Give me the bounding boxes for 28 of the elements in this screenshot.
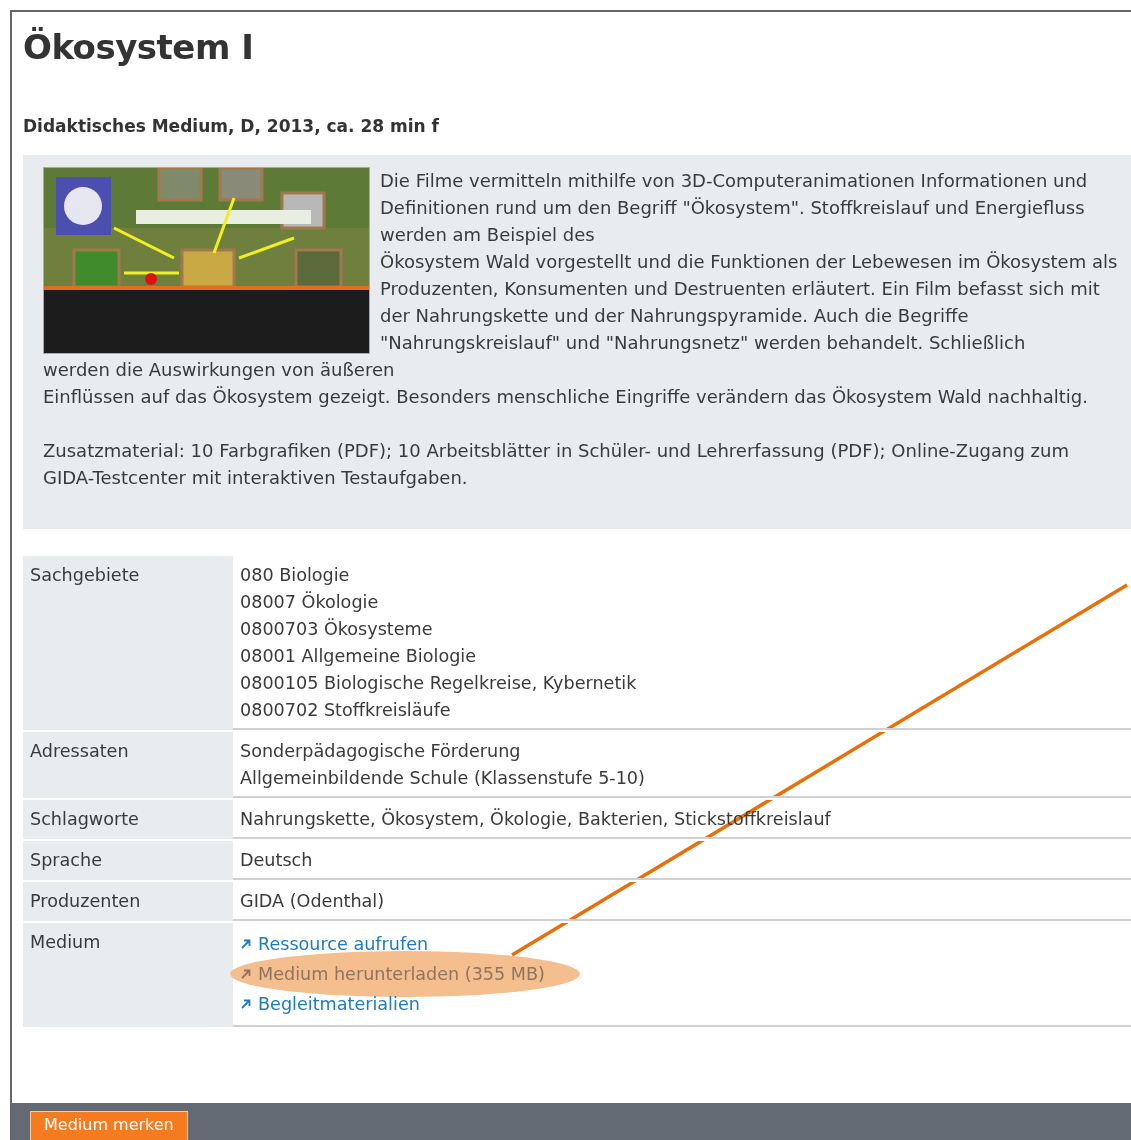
- detail-label: Produzenten: [23, 882, 233, 921]
- detail-label: Sprache: [23, 841, 233, 880]
- description-text: Die Filme vermitteln mithilfe von 3D-Computeranimationen Informationen und Definitionen rund um den Begriff "Ökosystem". Stoffkreislauf und Energiefluss werden am Beispiel des Ökosystem Wald vorgestellt und die Funktionen der Lebewesen im Ökosystem als Produzenten, Konsumenten und Destruenten erläutert. Ein Film befasst sich mit der Nahrungskette und der Nahrungspyramide. Auch die Begriffe "Nahrungskreislauf" und "Nahrungsnetz" werden behandelt. Schließlich: [380, 169, 1119, 355]
- detail-value: GIDA (Odenthal): [240, 890, 386, 913]
- detail-value: 08007 Ökologie: [240, 590, 380, 614]
- detail-label: Sachgebiete: [23, 556, 233, 730]
- link[interactable]: Begleitmaterialien: [240, 989, 420, 1019]
- detail-value: Allgemeinbildende Schule (Klassenstufe 5-10): [240, 767, 646, 790]
- detail-value: 08001 Allgemeine Biologie: [240, 645, 478, 668]
- detail-value: 0800703 Ökosysteme: [240, 617, 434, 641]
- detail-value: 080 Biologie: [240, 564, 351, 587]
- link[interactable]: Medium herunterladen (355 MB): [240, 959, 545, 989]
- external-link-icon: [240, 968, 252, 980]
- bookmark-button[interactable]: Medium merken: [30, 1111, 188, 1140]
- media-info: Didaktisches Medium, D, 2013, ca. 28 min f: [23, 115, 440, 138]
- detail-label: Adressaten: [23, 732, 233, 798]
- detail-value: Deutsch: [240, 849, 314, 872]
- description-text: werden die Auswirkungen von äußeren Einflüssen auf das Ökosystem gezeigt. Besonders menschliche Eingriffe verändern das Ökosystem Wald nachhaltig.: [43, 358, 1089, 409]
- description-text: Zusatzmaterial: 10 Farbgrafiken (PDF); 10 Arbeitsblätter in Schüler- und Lehrerfassung (PDF); Online-Zugang zum GIDA-Testcenter mit interaktiven Testaufgaben.: [43, 439, 1070, 490]
- external-link-icon: [240, 938, 252, 950]
- detail-value: Sonderpädagogische Förderung: [240, 740, 522, 763]
- detail-label: Medium: [23, 923, 233, 1027]
- detail-label: Schlagworte: [23, 800, 233, 839]
- external-link-icon: [240, 998, 252, 1010]
- link[interactable]: Ressource aufrufen: [240, 929, 429, 959]
- detail-value: 0800105 Biologische Regelkreise, Kybernetik: [240, 672, 638, 695]
- detail-value: 0800702 Stoffkreisläufe: [240, 699, 452, 722]
- page-title: Ökosystem I: [23, 26, 255, 69]
